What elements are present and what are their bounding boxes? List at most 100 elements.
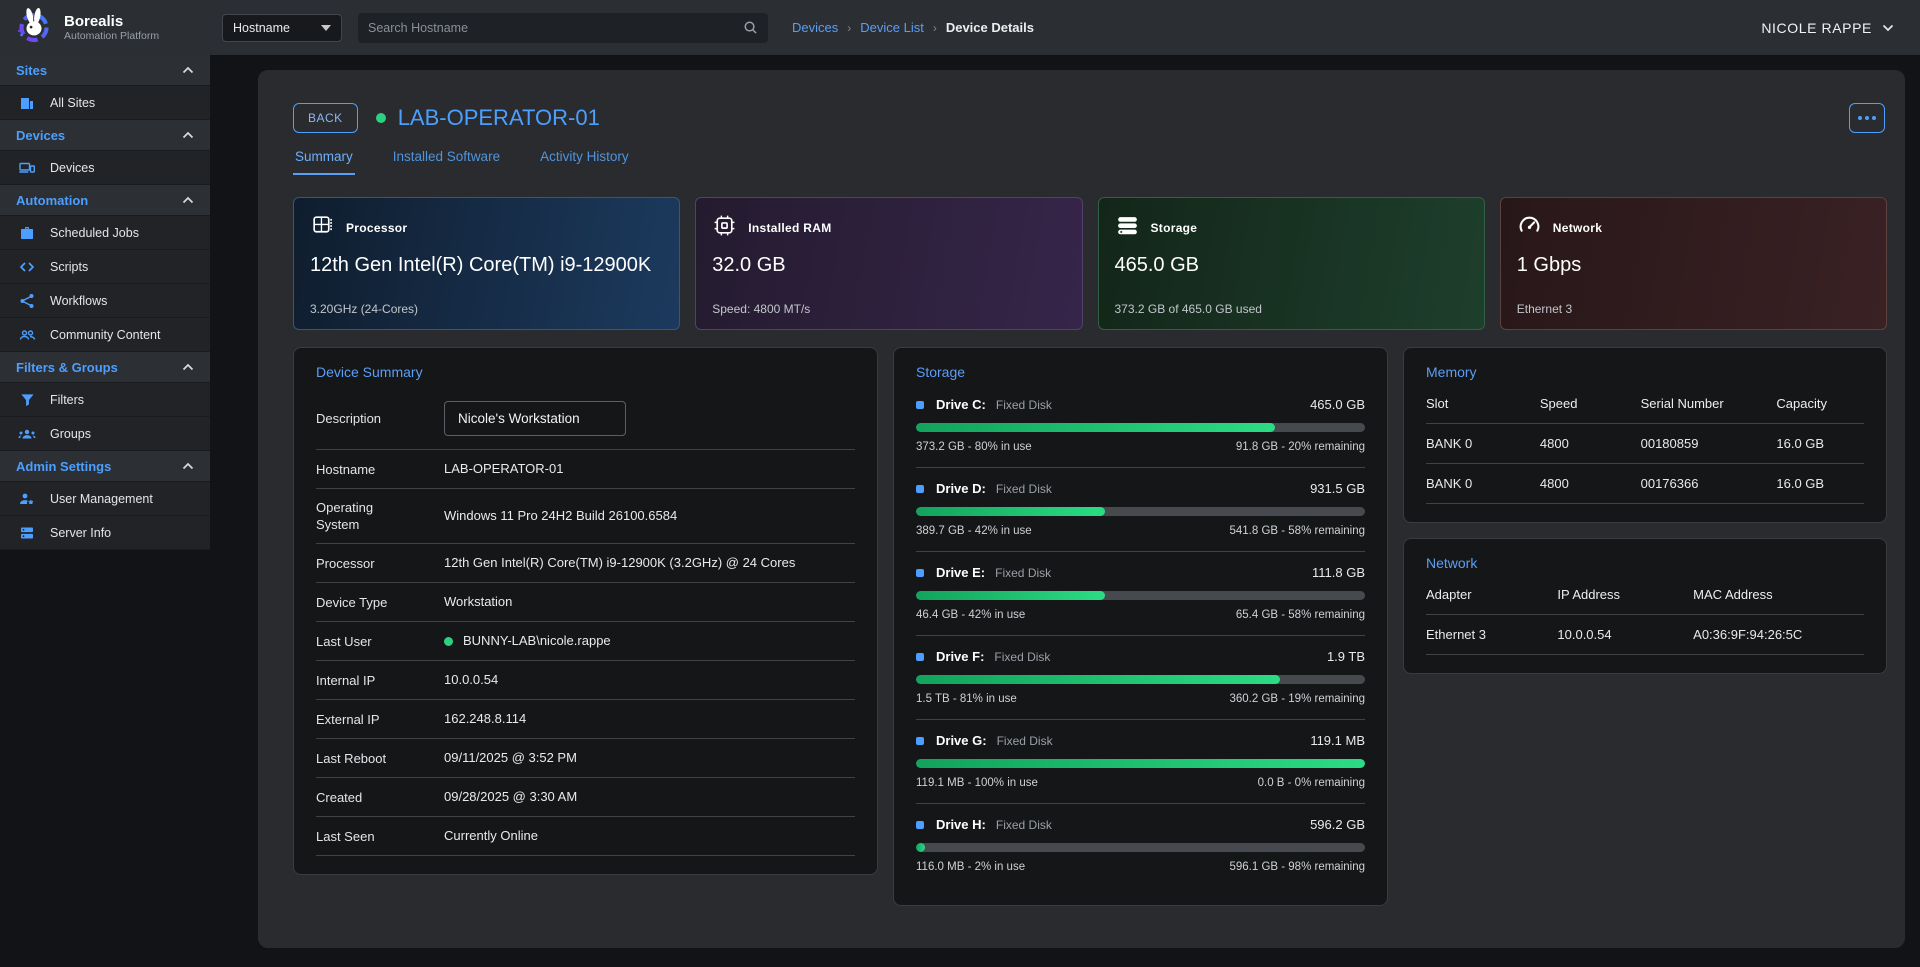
user-gear-icon [18, 491, 36, 507]
sidebar-item-scheduled-jobs[interactable]: Scheduled Jobs [0, 216, 210, 250]
drive-usage-bar [916, 843, 1365, 852]
stat-card-network: Network 1 Gbps Ethernet 3 [1500, 197, 1887, 330]
user-menu[interactable]: NICOLE RAPPE [1761, 20, 1894, 36]
summary-row-last-reboot: Last Reboot 09/11/2025 @ 3:52 PM [316, 739, 855, 778]
network-row: Ethernet 3 10.0.0.54 A0:36:9F:94:26:5C [1426, 615, 1864, 655]
drive-free-label: 0.0 B - 0% remaining [1258, 777, 1365, 789]
stat-card-storage: Storage 465.0 GB 373.2 GB of 465.0 GB us… [1098, 197, 1485, 330]
drive-usage-bar [916, 759, 1365, 768]
sidebar-item-scripts[interactable]: Scripts [0, 250, 210, 284]
search-icon [743, 20, 758, 35]
drive-used-label: 46.4 GB - 42% in use [916, 609, 1025, 621]
drive-row-f: Drive F: Fixed Disk 1.9 TB 1.5 TB - 81% … [916, 636, 1365, 720]
stat-card-processor: Processor 12th Gen Intel(R) Core(TM) i9-… [293, 197, 680, 330]
summary-row-last-seen: Last Seen Currently Online [316, 817, 855, 856]
summary-row-processor: Processor 12th Gen Intel(R) Core(TM) i9-… [316, 544, 855, 583]
device-summary-title: Device Summary [316, 364, 855, 380]
drive-bullet-icon [916, 569, 924, 577]
server-icon [18, 525, 36, 541]
brand-subtitle: Automation Platform [64, 30, 159, 42]
breadcrumb-devices[interactable]: Devices [792, 20, 838, 35]
device-details-card: BACK LAB-OPERATOR-01 Summary Installed S… [258, 70, 1905, 948]
sidebar-item-groups[interactable]: Groups [0, 417, 210, 451]
more-options-icon [1858, 116, 1862, 120]
borealis-rabbit-logo-icon [14, 5, 54, 50]
sidebar-item-filters[interactable]: Filters [0, 383, 210, 417]
stat-cards-row: Processor 12th Gen Intel(R) Core(TM) i9-… [293, 197, 1887, 330]
drive-free-label: 596.1 GB - 98% remaining [1229, 861, 1365, 873]
briefcase-icon [18, 225, 36, 241]
devices-icon [18, 160, 36, 176]
workflow-icon [18, 293, 36, 309]
tab-installed-software[interactable]: Installed Software [391, 149, 502, 175]
network-panel: Network Adapter IP Address MAC Address E… [1403, 538, 1887, 674]
search-field-select-value: Hostname [233, 21, 290, 35]
drive-row-c: Drive C: Fixed Disk 465.0 GB 373.2 GB - … [916, 384, 1365, 468]
people-icon [18, 327, 36, 343]
search-box[interactable] [358, 13, 768, 43]
panels-row: Device Summary Description Hostname LAB-… [293, 347, 1887, 906]
summary-row-created: Created 09/28/2025 @ 3:30 AM [316, 778, 855, 817]
search-field-select[interactable]: Hostname [222, 14, 342, 42]
summary-row-operating-system: Operating System Windows 11 Pro 24H2 Bui… [316, 489, 855, 544]
summary-row-device-type: Device Type Workstation [316, 583, 855, 622]
sidebar-item-community-content[interactable]: Community Content [0, 318, 210, 352]
device-summary-table: Description Hostname LAB-OPERATOR-01 Ope… [316, 388, 855, 856]
memory-table: Slot Speed Serial Number Capacity BANK 0… [1426, 390, 1864, 504]
sidebar-section-automation[interactable]: Automation [0, 185, 210, 216]
tab-activity-history[interactable]: Activity History [538, 149, 631, 175]
breadcrumb-device-list[interactable]: Device List [860, 20, 924, 35]
more-options-button[interactable] [1849, 103, 1885, 133]
processor-value: 12th Gen Intel(R) Core(TM) i9-12900K [310, 254, 663, 277]
sidebar-section-devices[interactable]: Devices [0, 120, 210, 151]
caret-down-icon [321, 25, 331, 31]
sidebar-section-filters-groups[interactable]: Filters & Groups [0, 352, 210, 383]
ram-value: 32.0 GB [712, 254, 1065, 277]
gauge-icon [1517, 213, 1542, 243]
sidebar-item-workflows[interactable]: Workflows [0, 284, 210, 318]
search-input[interactable] [368, 21, 743, 35]
drive-free-label: 91.8 GB - 20% remaining [1236, 441, 1365, 453]
sidebar-section-sites[interactable]: Sites [0, 55, 210, 86]
online-status-dot [376, 113, 386, 123]
sidebar-item-devices[interactable]: Devices [0, 151, 210, 185]
chevron-up-icon [182, 196, 194, 204]
drive-used-label: 1.5 TB - 81% in use [916, 693, 1017, 705]
back-button[interactable]: BACK [293, 103, 358, 133]
device-name-title: LAB-OPERATOR-01 [398, 105, 600, 131]
drive-usage-bar [916, 507, 1365, 516]
chevron-up-icon [182, 131, 194, 139]
chevron-down-icon [1882, 24, 1894, 32]
summary-row-internal-ip: Internal IP 10.0.0.54 [316, 661, 855, 700]
network-value: 1 Gbps [1517, 254, 1870, 277]
user-online-dot [444, 637, 453, 646]
drive-usage-bar [916, 591, 1365, 600]
summary-row-external-ip: External IP 162.248.8.114 [316, 700, 855, 739]
memory-panel: Memory Slot Speed Serial Number Capacity… [1403, 347, 1887, 523]
description-input[interactable] [444, 401, 626, 436]
sidebar-section-admin-settings[interactable]: Admin Settings [0, 451, 210, 482]
drive-used-label: 119.1 MB - 100% in use [916, 777, 1038, 789]
summary-row-description: Description [316, 388, 855, 450]
sidebar-item-all-sites[interactable]: All Sites [0, 86, 210, 120]
breadcrumb-separator-icon: › [933, 21, 937, 35]
tab-summary[interactable]: Summary [293, 149, 355, 175]
drive-free-label: 541.8 GB - 58% remaining [1229, 525, 1365, 537]
drive-bullet-icon [916, 401, 924, 409]
processor-sub: 3.20GHz (24-Cores) [310, 302, 418, 316]
drive-row-e: Drive E: Fixed Disk 111.8 GB 46.4 GB - 4… [916, 552, 1365, 636]
summary-row-last-user: Last User BUNNY-LAB\nicole.rappe [316, 622, 855, 661]
memory-row: BANK 0 4800 00176366 16.0 GB [1426, 464, 1864, 504]
ram-icon [712, 213, 737, 243]
drive-list: Drive C: Fixed Disk 465.0 GB 373.2 GB - … [916, 384, 1365, 887]
breadcrumb-separator-icon: › [847, 21, 851, 35]
network-table: Adapter IP Address MAC Address Ethernet … [1426, 581, 1864, 655]
user-name: NICOLE RAPPE [1761, 20, 1872, 36]
chevron-up-icon [182, 363, 194, 371]
storage-sub: 373.2 GB of 465.0 GB used [1115, 302, 1262, 316]
groups-icon [18, 426, 36, 442]
chevron-up-icon [182, 462, 194, 470]
drive-usage-bar [916, 423, 1365, 432]
sidebar-item-server-info[interactable]: Server Info [0, 516, 210, 550]
sidebar-item-user-management[interactable]: User Management [0, 482, 210, 516]
